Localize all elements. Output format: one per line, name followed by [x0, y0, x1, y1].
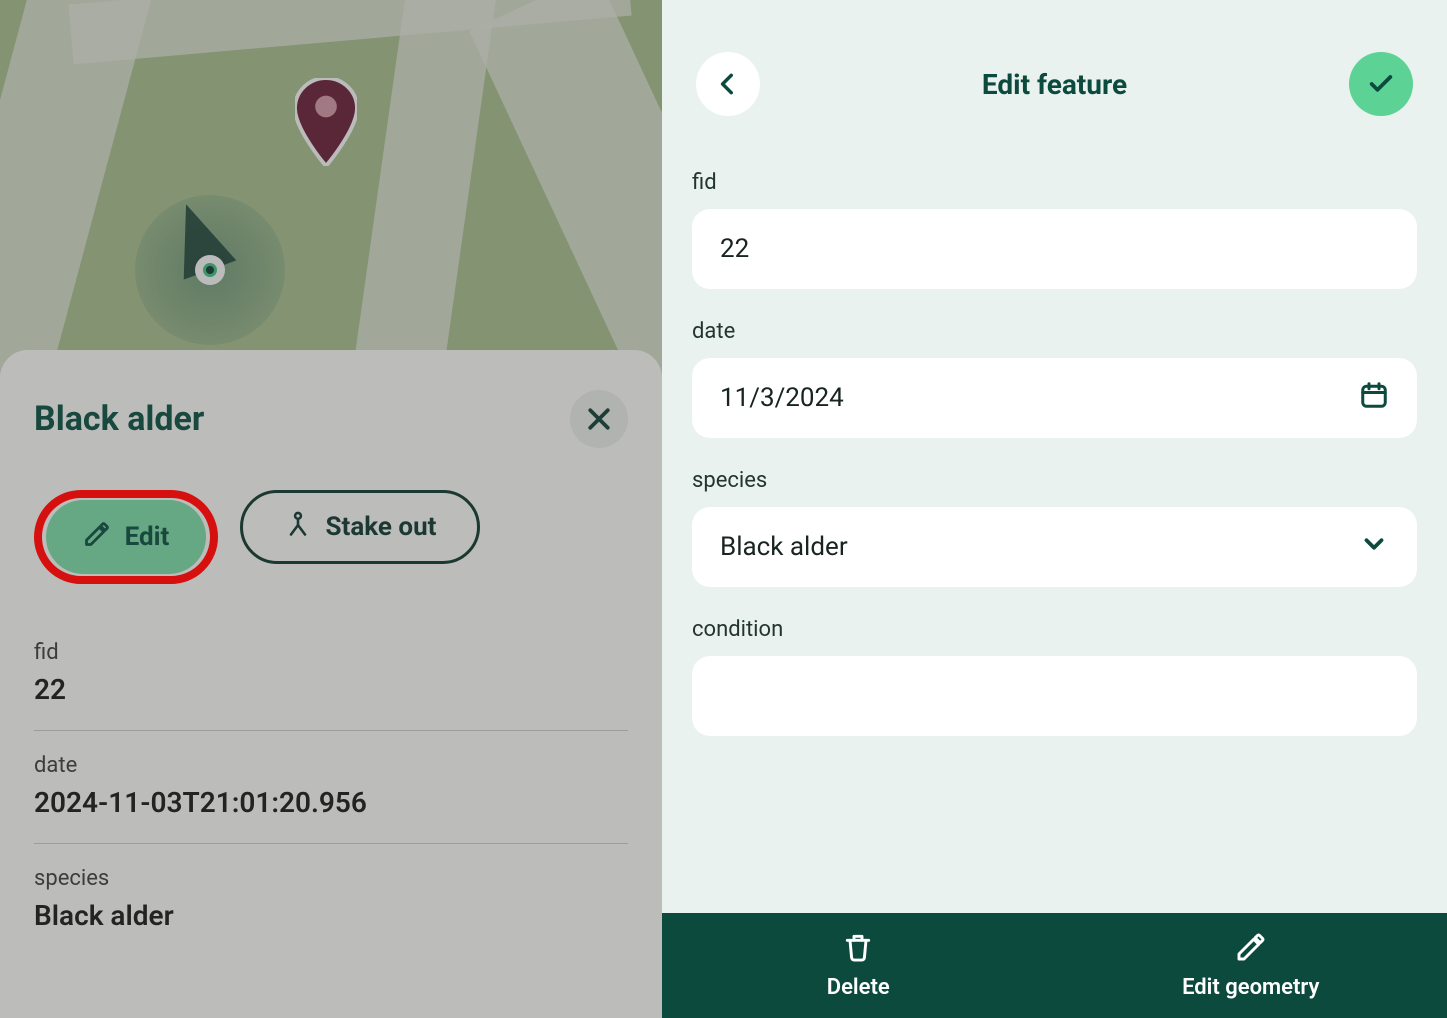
edit-geometry-button[interactable]: Edit geometry [1055, 913, 1447, 1018]
pencil-icon [1235, 931, 1267, 969]
page-title: Edit feature [982, 68, 1127, 101]
edit-button-label: Edit [125, 522, 170, 552]
form-label-condition: condition [692, 617, 1417, 642]
form-label-species: species [692, 468, 1417, 493]
edit-form: fid 22 date 11/3/2024 species Black alde… [662, 140, 1447, 913]
back-button[interactable] [696, 52, 760, 116]
feature-preview-sheet: Black alder Edit Stak [0, 350, 662, 1018]
condition-field[interactable] [692, 656, 1417, 736]
fid-field[interactable]: 22 [692, 209, 1417, 289]
left-panel: Black alder Edit Stak [0, 0, 662, 1018]
stakeout-button-label: Stake out [326, 512, 437, 542]
chevron-down-icon[interactable] [1359, 529, 1389, 566]
species-value: Black alder [720, 532, 848, 562]
delete-label: Delete [827, 975, 890, 1000]
right-panel: Edit feature fid 22 date 11/3/2024 [662, 0, 1447, 1018]
form-label-date: date [692, 319, 1417, 344]
edit-header: Edit feature [662, 0, 1447, 140]
confirm-button[interactable] [1349, 52, 1413, 116]
date-field[interactable]: 11/3/2024 [692, 358, 1417, 438]
calendar-icon[interactable] [1359, 380, 1389, 417]
trash-icon [842, 931, 874, 969]
close-button[interactable] [570, 390, 628, 448]
species-field[interactable]: Black alder [692, 507, 1417, 587]
stakeout-icon [284, 510, 312, 545]
current-location-marker [135, 195, 285, 345]
field-value-species: Black alder [34, 899, 628, 932]
feature-title: Black alder [34, 399, 204, 439]
form-label-fid: fid [692, 170, 1417, 195]
field-value-fid: 22 [34, 673, 628, 706]
field-label-date: date [34, 753, 628, 778]
fid-value: 22 [720, 234, 749, 264]
edit-button-highlight: Edit [34, 490, 218, 584]
bottom-toolbar: Delete Edit geometry [662, 913, 1447, 1018]
pencil-icon [83, 520, 111, 555]
edit-geometry-label: Edit geometry [1182, 975, 1319, 1000]
feature-pin-icon[interactable] [295, 78, 357, 166]
stakeout-button[interactable]: Stake out [240, 490, 480, 564]
field-label-species: species [34, 866, 628, 891]
edit-button[interactable]: Edit [46, 500, 206, 574]
field-value-date: 2024-11-03T21:01:20.956 [34, 786, 628, 819]
date-value: 11/3/2024 [720, 383, 844, 413]
field-label-fid: fid [34, 640, 628, 665]
delete-button[interactable]: Delete [662, 913, 1055, 1018]
